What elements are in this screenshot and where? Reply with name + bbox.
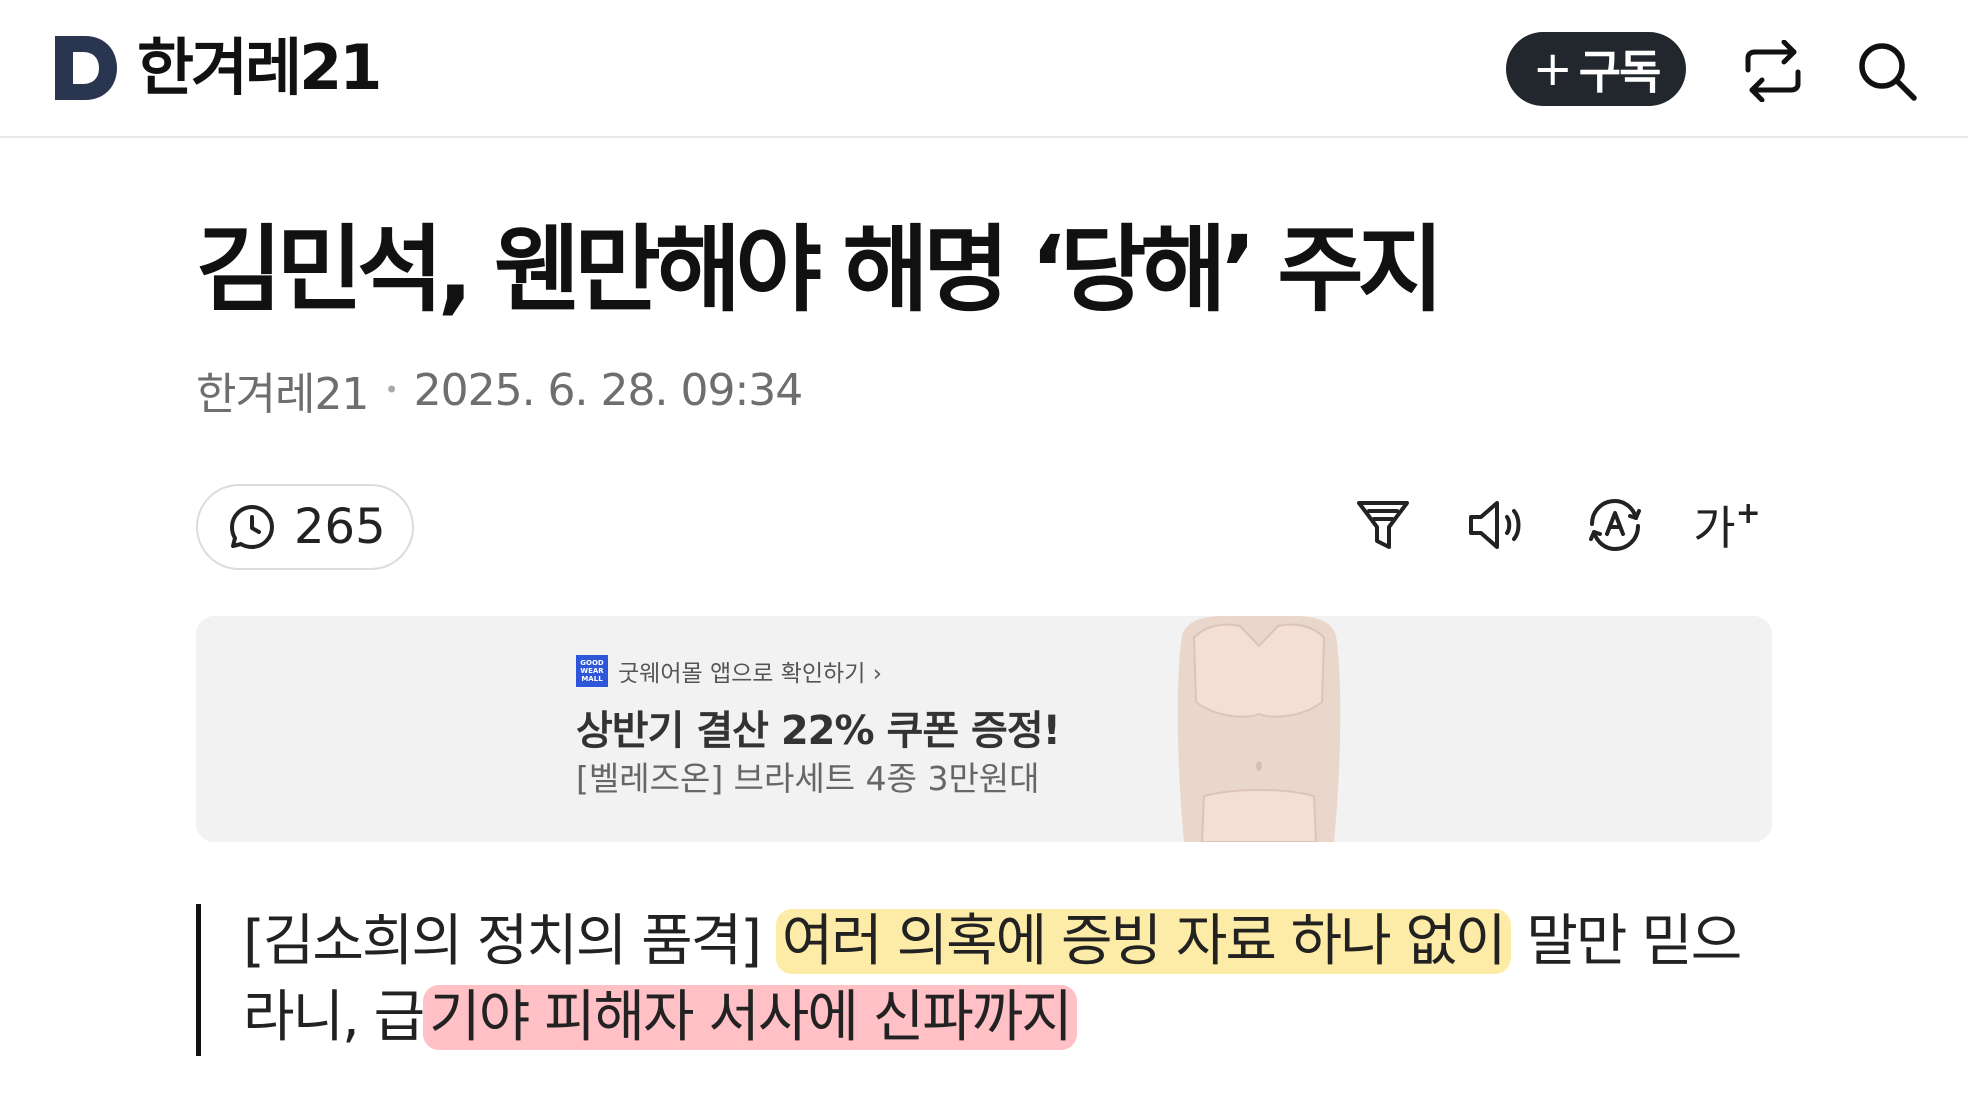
font-size-plus: + [1735,495,1761,531]
search-icon[interactable] [1856,40,1918,102]
article-source[interactable]: 한겨레21 [196,358,369,422]
comment-count: 265 [294,499,386,555]
ad-banner[interactable]: GOOD WEAR MALL 굿웨어몰 앱으로 확인하기 › 상반기 결산 22… [196,616,1772,842]
ad-headline: 상반기 결산 22% 쿠폰 증정! [576,708,1061,754]
article-meta: 한겨레21 • 2025. 6. 28. 09:34 [196,358,804,422]
font-size-icon[interactable]: 가 + [1693,494,1761,556]
subscribe-button[interactable]: + 구독 [1506,32,1686,106]
audio-read-icon[interactable] [1466,494,1528,556]
lead-highlight-yellow: 여러 의혹에 증빙 자료 하나 없이 [775,909,1511,974]
subscribe-label: 구독 [1578,45,1662,99]
plus-icon: + [1532,41,1573,97]
ad-brand-link[interactable]: 굿웨어몰 앱으로 확인하기 › [618,654,882,688]
article-title: 김민석, 웬만해야 해명 ‘당해’ 주지 [196,216,1444,325]
comment-icon [230,505,274,549]
comment-button[interactable]: 265 [196,484,414,570]
site-logo[interactable]: 한겨레21 [55,31,382,104]
lead-prefix: [김소희의 정치의 품격] [243,909,776,974]
top-bar: 한겨레21 + 구독 [0,0,1968,138]
lead-text: [김소희의 정치의 품격] 여러 의혹에 증빙 자료 하나 없이 말만 믿으라니… [243,904,1756,1056]
ad-subline: [벨레즈온] 브라세트 4종 3만원대 [576,759,1040,798]
lead-highlight-red: 기야 피해자 서사에 신파까지 [423,985,1077,1050]
article-lead: [김소희의 정치의 품격] 여러 의혹에 증빙 자료 하나 없이 말만 믿으라니… [196,904,1756,1056]
ad-product-image [1164,616,1354,842]
article-date: 2025. 6. 28. 09:34 [413,364,804,416]
share-icon[interactable] [1742,40,1804,102]
font-size-label: 가 [1693,501,1736,555]
translate-icon[interactable] [1584,494,1646,556]
meta-separator: • [384,376,398,404]
logo-d-icon [55,36,117,100]
ad-brand-logo: GOOD WEAR MALL [576,655,608,687]
ad-brand: GOOD WEAR MALL 굿웨어몰 앱으로 확인하기 › [576,654,882,688]
logo-text: 한겨레21 [137,31,382,104]
summary-filter-icon[interactable] [1352,494,1414,556]
